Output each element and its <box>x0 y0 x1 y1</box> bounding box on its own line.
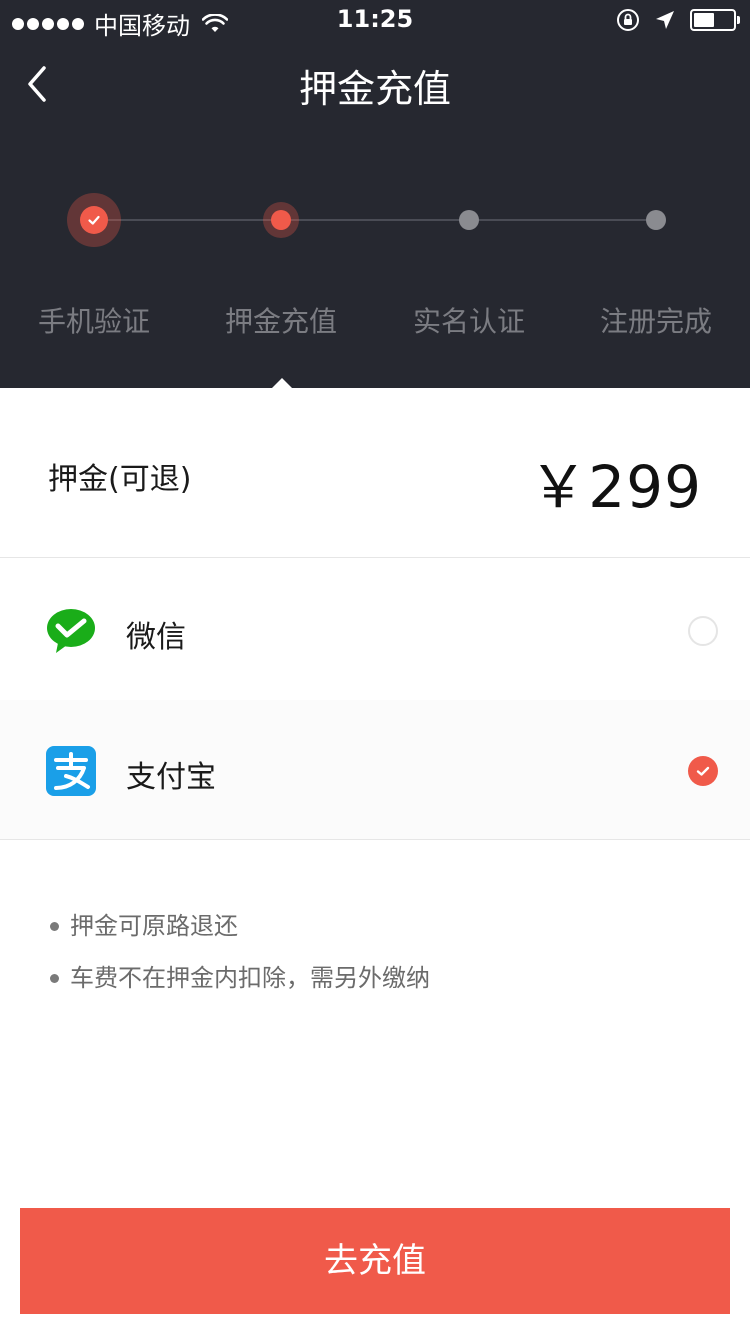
note-item: 押金可原路退还 <box>48 906 708 958</box>
note-item: 车费不在押金内扣除，需另外缴纳 <box>48 958 708 1010</box>
radio-alipay[interactable] <box>688 756 718 786</box>
check-icon <box>696 766 710 776</box>
header: 中国移动 11:25 押金充值 手机验证 押金充值 实名认证 注册完成 <box>0 0 750 388</box>
payment-option-label: 微信 <box>126 620 186 655</box>
notes-list: 押金可原路退还 车费不在押金内扣除，需另外缴纳 <box>48 906 708 1010</box>
payment-option-wechat[interactable]: 微信 <box>0 560 750 700</box>
orientation-lock-icon <box>617 9 639 31</box>
progress-steps <box>0 180 750 260</box>
step-label: 手机验证 <box>37 305 150 338</box>
recharge-button[interactable]: 去充值 <box>20 1208 730 1314</box>
step-marker <box>646 210 666 230</box>
page-title: 押金充值 <box>298 67 451 111</box>
payment-option-alipay[interactable]: 支付宝 <box>0 700 750 840</box>
deposit-amount: ￥299 <box>529 453 702 521</box>
deposit-label: 押金(可退) <box>48 462 192 497</box>
step-label: 注册完成 <box>599 305 712 338</box>
deposit-row: 押金(可退) ￥299 <box>0 388 750 558</box>
radio-wechat[interactable] <box>688 616 718 646</box>
alipay-icon <box>46 746 96 796</box>
step-labels: 手机验证 押金充值 实名认证 注册完成 <box>0 300 750 340</box>
status-right <box>616 8 740 32</box>
progress-line <box>94 219 656 221</box>
battery-icon <box>690 9 740 31</box>
step-done-marker <box>80 206 108 234</box>
step-marker <box>459 210 479 230</box>
step-current-marker <box>271 210 291 230</box>
step-label: 实名认证 <box>412 305 525 338</box>
step-label: 押金充值 <box>224 305 337 338</box>
wechat-icon <box>47 609 95 653</box>
location-icon <box>656 11 674 29</box>
nav-bar: 押金充值 <box>0 40 750 128</box>
step-pointer <box>272 378 292 388</box>
payment-option-label: 支付宝 <box>126 760 216 795</box>
check-icon <box>88 215 100 225</box>
status-bar: 中国移动 11:25 <box>0 0 750 40</box>
